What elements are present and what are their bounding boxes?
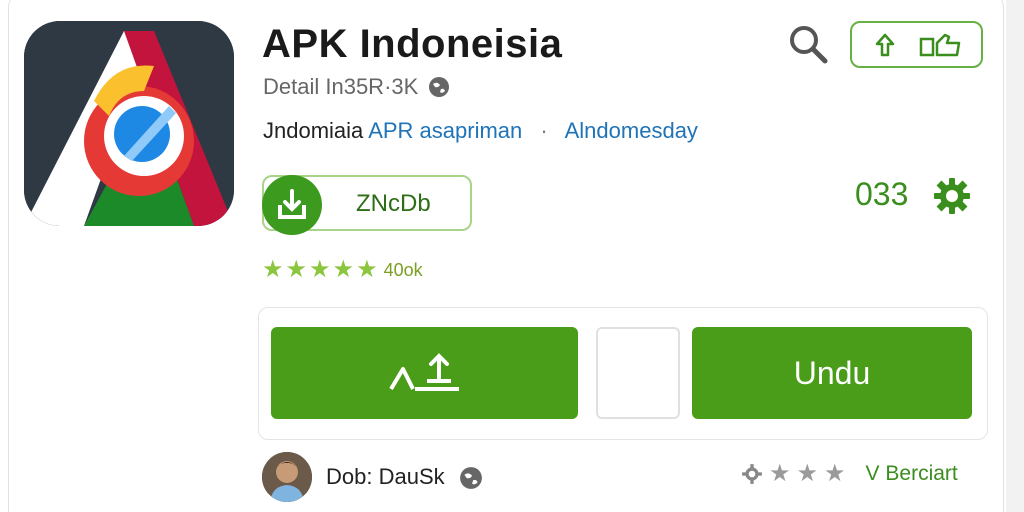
search-button[interactable] xyxy=(786,22,830,66)
search-icon xyxy=(790,26,828,64)
share-button[interactable] xyxy=(850,21,983,68)
subtitle-text: Jndomiaia xyxy=(263,118,364,143)
scrollbar[interactable] xyxy=(1006,0,1024,512)
upload-icon xyxy=(388,353,459,391)
download-label: ZNcDb xyxy=(356,190,431,217)
star-icon: ★ xyxy=(309,256,331,283)
star-icon: ★ xyxy=(824,460,846,487)
developer-row: Dob: DauSk xyxy=(262,452,482,502)
subtitle-separator: · xyxy=(540,118,548,143)
globe-icon xyxy=(428,76,450,98)
rating-count: 40ok xyxy=(383,259,423,280)
footer-rating: ★ ★ ★ V Berciart xyxy=(741,462,958,486)
subtitle-link-2[interactable]: Alndomesday xyxy=(565,118,698,143)
developer-label: Dob: DauSk xyxy=(326,464,445,489)
star-icon: ★ xyxy=(769,460,791,487)
share-icon xyxy=(875,33,894,56)
thumbs-up-icon xyxy=(919,33,960,56)
blank-button[interactable] xyxy=(596,327,680,419)
upload-button[interactable] xyxy=(271,327,578,419)
avatar xyxy=(262,452,312,502)
app-subtitle: Jndomiaia APR asapriman · Alndomesday xyxy=(263,118,698,144)
gear-icon xyxy=(742,464,762,484)
action-panel: Undu xyxy=(258,307,988,440)
star-icon: ★ xyxy=(356,256,378,283)
star-rating: ★ ★ ★ ★ ★ 40ok xyxy=(262,258,423,282)
star-icon: ★ xyxy=(262,256,284,283)
app-title: APK Indoneisia xyxy=(262,22,563,66)
app-icon xyxy=(24,21,234,226)
subtitle-link[interactable]: APR asapriman xyxy=(368,118,522,143)
download-button[interactable]: Undu xyxy=(692,327,972,419)
star-icon: ★ xyxy=(332,256,355,283)
version-link[interactable]: V Berciart xyxy=(866,462,958,486)
download-count: 033 xyxy=(855,176,909,212)
star-icon: ★ xyxy=(285,256,308,283)
download-pill[interactable]: ZNcDb xyxy=(262,175,472,235)
app-meta: Detail In35R·3K xyxy=(263,74,450,100)
meta-text: Detail In35R·3K xyxy=(263,74,419,99)
gear-icon[interactable] xyxy=(932,176,972,216)
globe-icon xyxy=(459,466,482,489)
download-icon xyxy=(262,175,322,235)
star-icon: ★ xyxy=(796,460,819,487)
